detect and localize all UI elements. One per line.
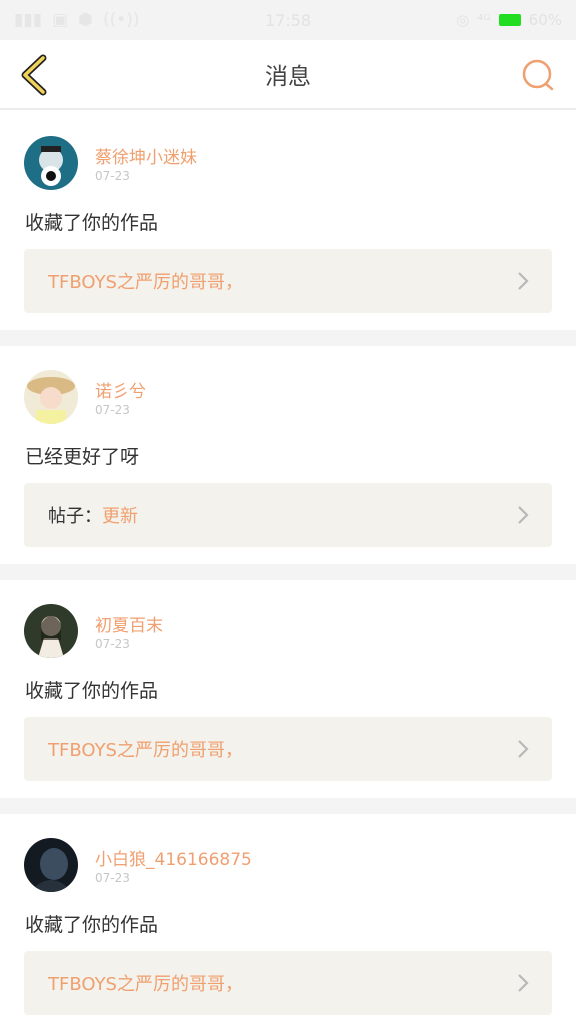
chevron-right-icon (518, 740, 529, 758)
search-icon (522, 59, 554, 91)
avatar[interactable] (24, 604, 78, 658)
divider (0, 564, 576, 580)
ref-prefix: 帖子： (48, 506, 102, 527)
referenced-work[interactable]: TFBOYS之严厉的哥哥， (24, 249, 552, 313)
chevron-right-icon (518, 506, 529, 524)
message-text: 收藏了你的作品 (25, 212, 159, 234)
chevron-left-icon (21, 54, 47, 96)
navigation-bar: 消息 (0, 40, 576, 110)
username[interactable]: 诺彡兮 (95, 377, 146, 402)
avatar[interactable] (24, 370, 78, 424)
page-title: 消息 (265, 64, 311, 90)
ref-title: TFBOYS之严厉的哥哥， (48, 974, 243, 995)
back-button[interactable] (12, 53, 56, 97)
chevron-right-icon (518, 272, 529, 290)
username[interactable]: 初夏百末 (95, 611, 163, 636)
message-item[interactable]: 小白狼_416166875 07-23 收藏了你的作品 TFBOYS之严厉的哥哥… (0, 814, 576, 1032)
username[interactable]: 小白狼_416166875 (95, 845, 252, 870)
ref-title: TFBOYS之严厉的哥哥， (48, 740, 243, 761)
message-date: 07-23 (95, 637, 130, 651)
ref-title: 更新 (102, 506, 138, 527)
referenced-work[interactable]: TFBOYS之严厉的哥哥， (24, 951, 552, 1015)
referenced-work[interactable]: TFBOYS之严厉的哥哥， (24, 717, 552, 781)
chevron-right-icon (518, 974, 529, 992)
search-button[interactable] (516, 53, 560, 97)
ref-title: TFBOYS之严厉的哥哥， (48, 272, 243, 293)
avatar[interactable] (24, 136, 78, 190)
message-item[interactable]: 蔡徐坤小迷妹 07-23 收藏了你的作品 TFBOYS之严厉的哥哥， (0, 112, 576, 330)
status-bar: ▮▮▮ ▣ ⬢ ((•)) 17:58 ◎ ⁴ᴳ 60% (0, 0, 576, 40)
message-item[interactable]: 初夏百末 07-23 收藏了你的作品 TFBOYS之严厉的哥哥， (0, 580, 576, 798)
status-time: 17:58 (264, 10, 312, 30)
divider (0, 330, 576, 346)
message-date: 07-23 (95, 169, 130, 183)
message-date: 07-23 (95, 403, 130, 417)
message-item[interactable]: 诺彡兮 07-23 已经更好了呀 帖子： 更新 (0, 346, 576, 564)
message-text: 收藏了你的作品 (25, 680, 159, 702)
message-text: 收藏了你的作品 (25, 914, 159, 936)
username[interactable]: 蔡徐坤小迷妹 (95, 143, 197, 168)
avatar[interactable] (24, 838, 78, 892)
referenced-post[interactable]: 帖子： 更新 (24, 483, 552, 547)
divider (0, 798, 576, 814)
message-date: 07-23 (95, 871, 130, 885)
message-text: 已经更好了呀 (25, 446, 140, 468)
